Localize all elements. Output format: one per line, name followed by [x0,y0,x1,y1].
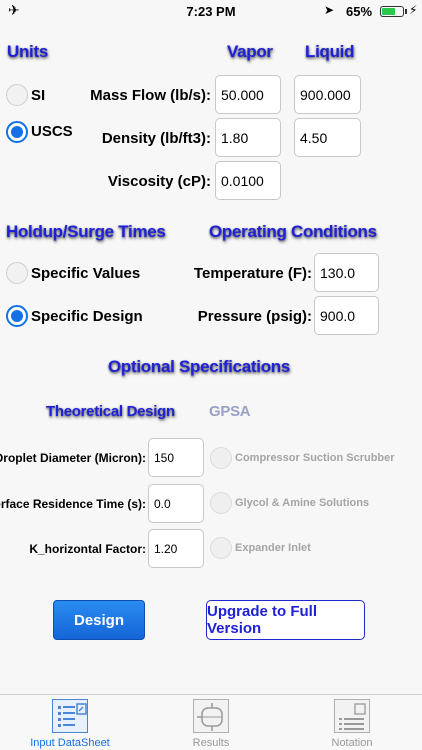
specific-design-label: Specific Design [31,308,143,325]
vessel-icon [193,699,229,733]
temperature-label: Temperature (F): [193,265,312,282]
specific-values-label: Specific Values [31,265,141,282]
tab-results-label: Results [192,737,230,749]
temperature-field[interactable]: 130.0 [314,253,379,292]
battery-icon [380,6,404,17]
location-arrow-icon: ➤ [324,3,335,17]
status-bar: ✈ 7:23 PM ➤ 65% ⚡ [0,0,422,22]
vapor-heading: Vapor [227,42,273,61]
operating-heading: Operating Conditions [209,222,377,241]
optional-specs-heading: Optional Specifications [108,357,291,376]
holdup-heading: Holdup/Surge Times [6,222,166,241]
units-heading: Units [7,42,49,61]
glycol-amine-label: Glycol & Amine Solutions [235,497,370,509]
battery-percent: 65% [346,4,373,19]
battery-level-fill [382,8,395,15]
liquid-mass-flow-field[interactable]: 900.000 [294,75,361,114]
tab-input-datasheet-label: Input DataSheet [30,737,110,749]
datasheet-icon [52,699,88,733]
tab-input-datasheet[interactable]: Input DataSheet [0,695,140,750]
pressure-field[interactable]: 900.0 [314,296,379,335]
tab-bar: Input DataSheet Results Notation [0,694,422,750]
interface-time-field[interactable]: 0.0 [148,484,204,523]
liquid-heading: Liquid [305,42,355,61]
gpsa-heading: GPSA [209,403,251,420]
viscosity-label: Viscosity (cP): [107,173,211,190]
tab-results[interactable]: Results [140,695,282,750]
theoretical-design-heading: Theoretical Design [46,403,175,420]
density-label: Density (lb/ft3): [101,130,211,147]
design-button[interactable]: Design [53,600,145,640]
uscs-label: USCS [31,123,73,140]
uscs-radio[interactable] [6,121,28,143]
expander-inlet-radio[interactable] [210,537,232,559]
compressor-scrubber-radio[interactable] [210,447,232,469]
liquid-density-field[interactable]: 4.50 [294,118,361,157]
k-factor-field[interactable]: 1.20 [148,529,204,568]
charging-bolt-icon: ⚡ [409,3,418,17]
pressure-label: Pressure (psig): [197,308,312,325]
compressor-scrubber-label: Compressor Suction Scrubber [235,452,395,464]
notation-icon [334,699,370,733]
si-radio[interactable] [6,84,28,106]
upgrade-button[interactable]: Upgrade to Full Version [206,600,365,640]
tab-notation-label: Notation [331,737,373,749]
k-factor-label: K_horizontal Factor: [29,542,146,556]
tab-notation[interactable]: Notation [282,695,422,750]
droplet-diameter-field[interactable]: 150 [148,438,204,477]
glycol-amine-radio[interactable] [210,492,232,514]
expander-inlet-label: Expander Inlet [235,542,311,554]
droplet-diameter-label: Droplet Diameter (Micron): [0,451,146,465]
interface-time-label: Interface Residence Time (s): [0,497,146,511]
specific-values-radio[interactable] [6,262,28,284]
si-label: SI [31,87,46,104]
vapor-viscosity-field[interactable]: 0.0100 [215,161,281,200]
vapor-mass-flow-field[interactable]: 50.000 [215,75,281,114]
vapor-density-field[interactable]: 1.80 [215,118,281,157]
battery-nub [405,9,407,14]
mass-flow-label: Mass Flow (lb/s): [90,87,211,104]
specific-design-radio[interactable] [6,305,28,327]
